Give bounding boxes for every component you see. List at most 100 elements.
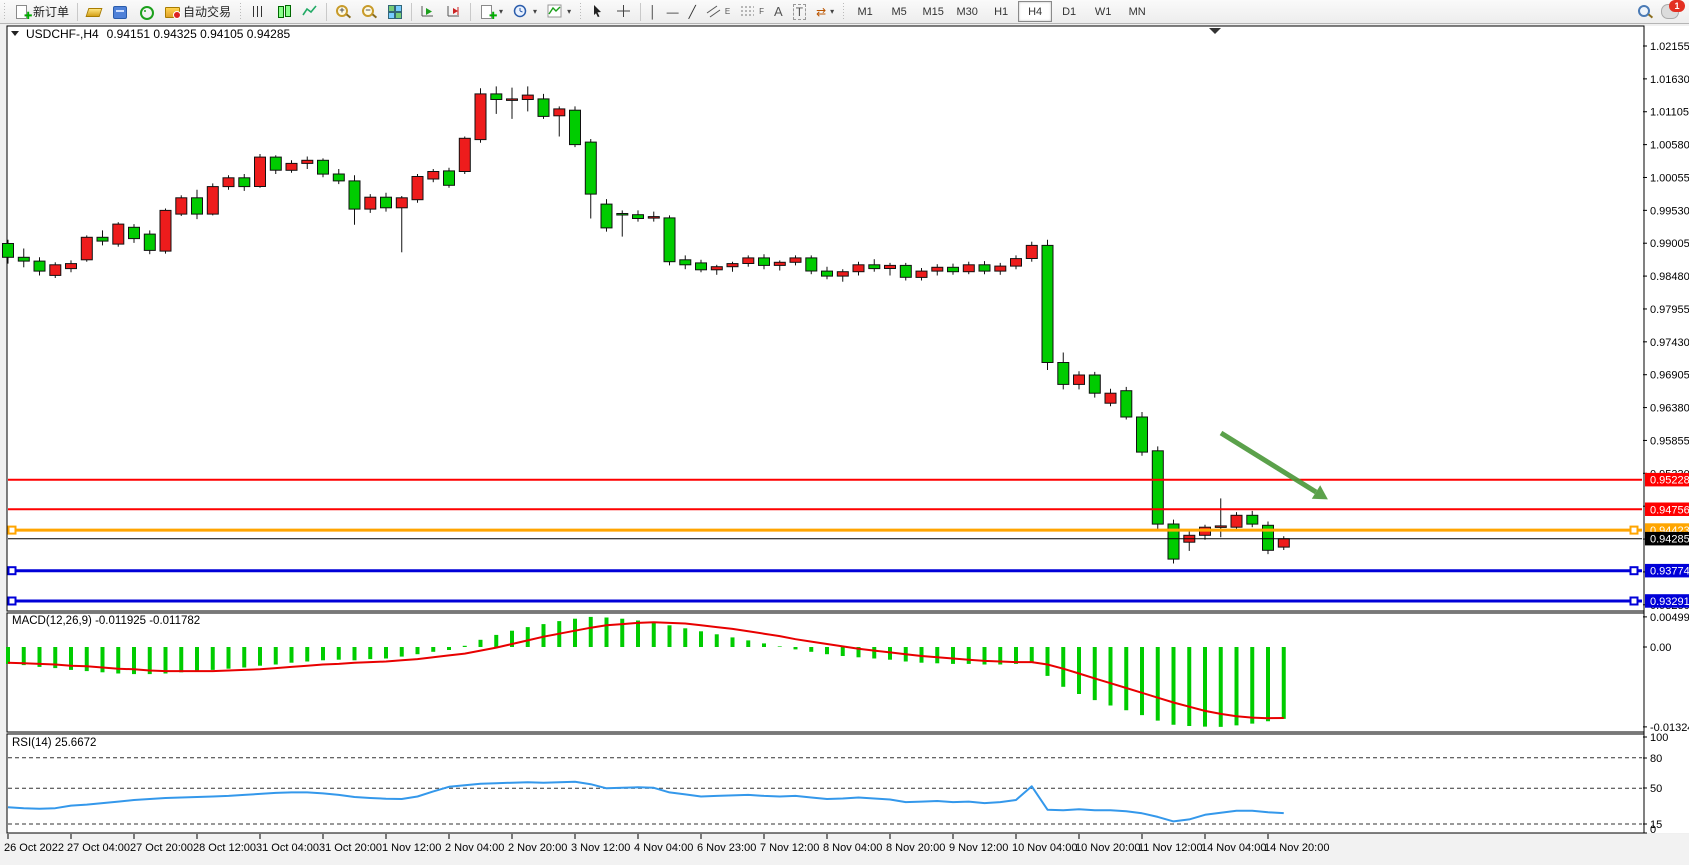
candle-body (806, 258, 817, 271)
price-tick-label: 1.01630 (1650, 74, 1689, 86)
candle-body (270, 157, 281, 170)
time-tick-label: 3 Nov 12:00 (571, 842, 630, 854)
rsi-axis-label: 50 (1650, 783, 1662, 795)
profiles-button[interactable]: ▾ (508, 1, 542, 23)
price-badge-label: 0.95228 (1650, 475, 1689, 487)
price-badge-label: 0.93774 (1650, 566, 1689, 578)
candlestick-icon (276, 4, 292, 19)
candle-body (50, 265, 61, 276)
line-chart-mode-button[interactable] (297, 1, 323, 23)
timeframe-button-m30[interactable]: M30 (950, 1, 984, 22)
time-tick-label: 7 Nov 12:00 (760, 842, 819, 854)
text-label-tool-button[interactable]: T (788, 1, 811, 23)
new-order-button[interactable]: ✚ 新订单 (9, 1, 74, 23)
line-handle[interactable] (1631, 527, 1638, 534)
candle-body (648, 217, 659, 219)
candle-body (1011, 259, 1022, 267)
candle-body (664, 218, 675, 262)
cursor-tool-button[interactable] (585, 1, 611, 23)
zoom-out-button[interactable]: − (356, 1, 382, 23)
trendline-tool-button[interactable]: ╱ (684, 1, 701, 23)
timeframe-button-m15[interactable]: M15 (916, 1, 950, 22)
candle-body (129, 227, 140, 238)
main-chart-panel (7, 26, 1644, 611)
notification-badge: 1 (1669, 0, 1685, 12)
candle-body (396, 198, 407, 208)
indicators-button[interactable]: ▾ (542, 1, 576, 23)
channel-tool-button[interactable]: E (701, 1, 735, 23)
new-order-icon: ✚ (14, 4, 30, 19)
bar-chart-mode-button[interactable] (245, 1, 271, 23)
price-badge-label: 0.94756 (1650, 504, 1689, 516)
candle-body (869, 265, 880, 269)
line-handle[interactable] (9, 527, 16, 534)
candle-body (853, 265, 864, 272)
candle-body (491, 94, 502, 100)
auto-trading-button[interactable]: 自动交易 (159, 1, 236, 23)
time-tick-label: 27 Oct 20:00 (130, 842, 193, 854)
line-handle[interactable] (1631, 567, 1638, 574)
candle-body (522, 95, 533, 99)
candle-body (81, 237, 92, 259)
text-tool-button[interactable]: A (769, 1, 788, 23)
time-tick-label: 10 Nov 04:00 (1012, 842, 1077, 854)
notifications-icon[interactable]: 1 (1661, 4, 1679, 19)
vertical-line-tool-button[interactable]: │ (644, 1, 662, 23)
line-chart-icon (302, 4, 318, 19)
timeframe-button-d1[interactable]: D1 (1052, 1, 1086, 22)
timeframe-button-w1[interactable]: W1 (1086, 1, 1120, 22)
candle-body (239, 178, 250, 187)
candle-body (1152, 451, 1163, 524)
history-icon (112, 4, 128, 19)
fibonacci-icon (740, 4, 756, 19)
new-chart-icon: ✚ (479, 4, 495, 19)
zoom-in-icon: + (335, 4, 351, 19)
candle-body (948, 267, 959, 271)
terminal-window: 1.021551.016301.011051.005801.000550.995… (0, 0, 1689, 865)
line-handle[interactable] (9, 598, 16, 605)
chevron-down-icon: ▾ (499, 7, 503, 16)
candle-body (932, 267, 943, 271)
search-icon[interactable] (1637, 4, 1653, 19)
candle-body (365, 197, 376, 209)
candle-body (617, 214, 628, 216)
zoom-in-button[interactable]: + (330, 1, 356, 23)
chart-title: USDCHF-,H40.94151 0.94325 0.94105 0.9428… (26, 27, 291, 41)
arrows-tool-button[interactable]: ⇄▾ (811, 1, 839, 23)
candle-body (1215, 526, 1226, 528)
timeframe-button-mn[interactable]: MN (1120, 1, 1154, 22)
candlestick-mode-button[interactable] (271, 1, 297, 23)
rsi-axis-label: 100 (1650, 732, 1668, 744)
candle-body (34, 261, 45, 271)
timeframe-button-h1[interactable]: H1 (984, 1, 1018, 22)
candle-body (711, 267, 722, 270)
candle-body (18, 257, 29, 261)
price-tick-label: 0.99005 (1650, 238, 1689, 250)
candle-body (1105, 393, 1116, 403)
candle-body (885, 265, 896, 268)
tile-windows-button[interactable] (382, 1, 408, 23)
timeframe-button-m1[interactable]: M1 (848, 1, 882, 22)
macd-axis-label: 0.004996 (1650, 612, 1689, 624)
history-center-button[interactable] (107, 1, 133, 23)
candle-body (302, 160, 313, 163)
toolbar-grip[interactable] (2, 3, 7, 21)
line-handle[interactable] (1631, 598, 1638, 605)
chart-shift-icon (446, 4, 462, 19)
crosshair-tool-button[interactable] (611, 1, 637, 23)
candle-body (743, 258, 754, 264)
signals-button[interactable] (133, 1, 159, 23)
timeframe-button-m5[interactable]: M5 (882, 1, 916, 22)
horizontal-line-tool-button[interactable]: — (662, 1, 684, 23)
new-chart-button[interactable]: ✚▾ (474, 1, 508, 23)
price-tick-label: 1.01105 (1650, 107, 1689, 119)
fibonacci-tool-button[interactable]: F (735, 1, 769, 23)
timeframe-button-h4[interactable]: H4 (1018, 1, 1052, 22)
market-watch-button[interactable] (81, 1, 107, 23)
line-handle[interactable] (9, 567, 16, 574)
auto-scroll-button[interactable] (415, 1, 441, 23)
clock-icon (513, 4, 529, 19)
price-badge-label: 0.93291 (1650, 596, 1689, 608)
candle-body (790, 258, 801, 262)
chart-shift-button[interactable] (441, 1, 467, 23)
